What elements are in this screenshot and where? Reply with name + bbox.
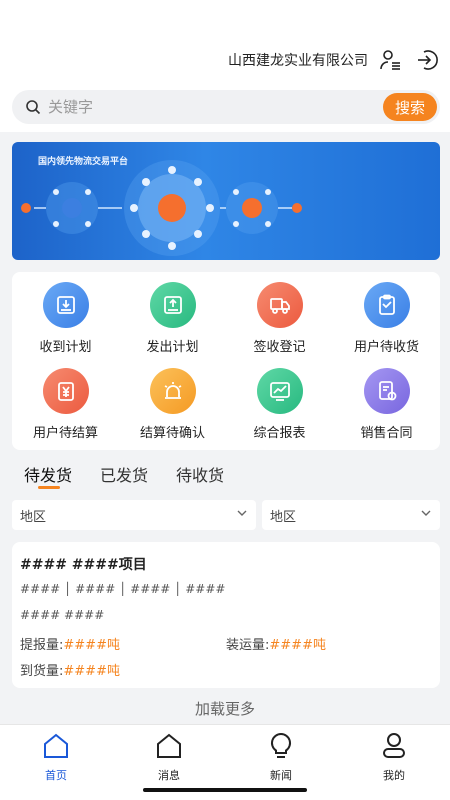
action-sales-contract[interactable]: 销售合同 [333,358,440,442]
arrive-value: ####吨 [63,664,120,679]
banner-illustration [21,160,302,256]
inbox-download-icon [42,282,89,328]
nav-profile[interactable]: 我的 [364,731,424,783]
search-bar: 搜索 [12,90,440,124]
nav-home[interactable]: 首页 [26,731,86,783]
action-user-pending-receipt[interactable]: 用户待收货 [333,272,440,356]
nav-label: 首页 [45,769,67,782]
action-label: 用户待结算 [32,426,98,441]
logout-icon[interactable] [414,47,440,73]
contract-icon [363,368,410,414]
nav-label: 我的 [383,769,405,782]
record-detail-line: #### #### [20,608,105,622]
action-label: 销售合同 [360,426,413,441]
chart-report-icon [256,368,303,414]
promo-banner[interactable]: 国内领先物流交易平台 [12,142,440,260]
action-received-plan[interactable]: 收到计划 [12,272,119,356]
top-bar: 山西建龙实业有限公司 搜索 [0,0,450,132]
chevron-down-icon [420,507,432,523]
company-name: 山西建龙实业有限公司 [228,53,368,69]
action-label: 发出计划 [146,340,199,355]
user-list-icon[interactable] [378,47,404,73]
action-label: 签收登记 [253,340,306,355]
nav-label: 新闻 [270,769,292,782]
tab-pending-receipt[interactable]: 待收货 [176,462,224,490]
load-label: 装运量: [226,638,270,653]
home-icon [41,731,71,765]
action-user-pending-settlement[interactable]: 用户待结算 [12,358,119,442]
arrive-label: 到货量: [20,664,64,679]
inbox-upload-icon [149,282,196,328]
action-label: 综合报表 [253,426,306,441]
action-sign-register[interactable]: 签收登记 [226,272,333,356]
record-detail-line: #### │ #### │ #### │ #### [20,582,226,596]
tab-shipped[interactable]: 已发货 [100,462,148,490]
search-icon [24,98,42,116]
active-tab-indicator [38,486,60,489]
region-select-2[interactable]: 地区 [262,500,440,530]
clipboard-pending-icon [363,282,410,328]
alarm-light-icon [149,368,196,414]
report-value: ####吨 [63,638,120,653]
record-load-qty: 装运量:####吨 [226,634,326,653]
report-label: 提报量: [20,638,64,653]
nav-news[interactable]: 新闻 [251,731,311,783]
action-sent-plan[interactable]: 发出计划 [119,272,226,356]
chevron-down-icon [236,507,248,523]
region-select-value: 地区 [270,509,297,525]
nav-messages[interactable]: 消息 [139,731,199,783]
search-button[interactable]: 搜索 [383,93,437,121]
region-select-value: 地区 [20,509,47,525]
action-label: 收到计划 [39,340,92,355]
message-home-icon [154,731,184,765]
truck-icon [256,282,303,328]
region-select-1[interactable]: 地区 [12,500,256,530]
record-arrive-qty: 到货量:####吨 [20,660,120,679]
load-more-button[interactable]: 加载更多 [0,698,450,719]
yuan-hourglass-icon [42,368,89,414]
bulb-icon [266,731,296,765]
load-value: ####吨 [269,638,326,653]
action-comprehensive-report[interactable]: 综合报表 [226,358,333,442]
nav-label: 消息 [158,769,180,782]
shipment-record-card[interactable]: #### ####项目 #### │ #### │ #### │ #### ##… [12,542,440,688]
action-label: 结算待确认 [139,426,205,441]
header-row: 山西建龙实业有限公司 [228,46,440,74]
home-indicator [143,788,307,792]
search-input[interactable] [42,98,383,116]
profile-icon [379,731,409,765]
record-title: #### ####项目 [20,557,147,573]
action-settlement-confirm[interactable]: 结算待确认 [119,358,226,442]
action-label: 用户待收货 [353,340,419,355]
record-report-qty: 提报量:####吨 [20,634,120,653]
quick-actions-card: 收到计划 发出计划 签收登记 用户待收货 用户待结算 结算待确认 综合报表 销售… [12,272,440,450]
